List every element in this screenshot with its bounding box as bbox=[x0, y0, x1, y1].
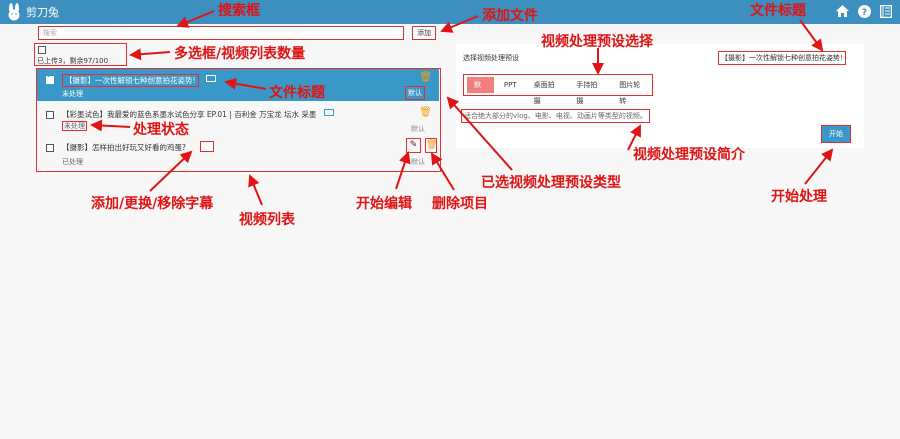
preset-description: 适合绝大部分的vlog、电影、电视、动画片等类型的视频。 bbox=[461, 109, 650, 123]
video-title: 【摄影】一次性解锁七种创意拍花姿势! bbox=[62, 74, 199, 87]
preset-selector: 默认 PPT 桌面拍摄 手持拍摄 图片轮转 bbox=[463, 74, 653, 105]
preset-badge: 默认 bbox=[405, 86, 425, 100]
annotation-subtitle: 添加/更换/移除字幕 bbox=[91, 196, 214, 212]
preset-panel: 选择视频处理预设 【摄影】一次性解锁七种创意拍花姿势! 默认 PPT 桌面拍摄 … bbox=[456, 44, 864, 148]
video-row[interactable]: 【摄影】怎样拍出好玩又好看的鸡蛋? 已处理 ✎ 🗑 默认 bbox=[37, 137, 439, 169]
add-file-button[interactable]: 添加 bbox=[412, 26, 436, 40]
preset-option[interactable]: 手持拍摄 bbox=[569, 77, 609, 105]
video-row[interactable]: 【彩墨试色】我最爱的蓝色系墨水试色分享 EP.01 | 百利金 万宝龙 坛水 采… bbox=[37, 104, 439, 136]
preset-option[interactable]: PPT bbox=[497, 77, 524, 93]
row-checkbox[interactable] bbox=[46, 144, 54, 152]
subtitle-icon[interactable] bbox=[206, 75, 216, 82]
edit-icon[interactable]: ✎ bbox=[406, 138, 421, 153]
preset-option[interactable]: 桌面拍摄 bbox=[527, 77, 567, 105]
video-row[interactable]: ✓ 【摄影】一次性解锁七种创意拍花姿势! 未处理 默认 🗑 bbox=[37, 69, 439, 101]
check-icon: ✓ bbox=[46, 71, 54, 81]
annotation-file-title-row: 文件标题 bbox=[269, 85, 325, 101]
video-list: ✓ 【摄影】一次性解锁七种创意拍花姿势! 未处理 默认 🗑 【彩墨试色】我最爱的… bbox=[36, 68, 441, 172]
annotation-file-title-top: 文件标题 bbox=[750, 3, 806, 19]
subtitle-icon[interactable] bbox=[324, 109, 334, 116]
annotation-preset-desc: 视频处理预设简介 bbox=[633, 147, 745, 163]
annotation-start-process: 开始处理 bbox=[771, 189, 827, 205]
start-button[interactable]: 开始 bbox=[821, 125, 851, 143]
help-icon[interactable]: ? bbox=[856, 3, 872, 19]
search-input[interactable]: 搜索 bbox=[38, 26, 404, 40]
delete-icon[interactable]: 🗑 bbox=[425, 138, 437, 153]
select-all-checkbox[interactable] bbox=[38, 46, 46, 54]
multi-select-box: 已上传3，剩余97/100 bbox=[34, 43, 127, 66]
annotation-add-file: 添加文件 bbox=[482, 8, 538, 24]
panel-file-title: 【摄影】一次性解锁七种创意拍花姿势! bbox=[718, 51, 846, 65]
annotation-selected-preset: 已选视频处理预设类型 bbox=[481, 175, 621, 191]
row-checkbox[interactable] bbox=[46, 111, 54, 119]
annotation-process-status: 处理状态 bbox=[133, 122, 189, 138]
preset-badge: 默认 bbox=[411, 158, 425, 166]
annotation-search-box: 搜索框 bbox=[218, 3, 260, 19]
preset-option[interactable]: 图片轮转 bbox=[612, 77, 652, 105]
panel-title: 选择视频处理预设 bbox=[463, 54, 519, 62]
preset-badge: 默认 bbox=[411, 125, 425, 133]
process-status: 已处理 bbox=[62, 158, 83, 166]
annotation-delete-item: 删除项目 bbox=[432, 196, 488, 212]
svg-text:?: ? bbox=[861, 8, 866, 18]
process-status-wrap: 未处理 bbox=[62, 121, 87, 131]
video-title: 【摄影】怎样拍出好玩又好看的鸡蛋? bbox=[62, 143, 186, 152]
app-title: 剪刀兔 bbox=[26, 6, 59, 19]
docs-icon[interactable] bbox=[878, 3, 894, 19]
home-icon[interactable] bbox=[834, 3, 850, 19]
process-status: 未处理 bbox=[62, 121, 87, 131]
process-status: 未处理 bbox=[62, 90, 83, 98]
subtitle-icon[interactable] bbox=[200, 141, 214, 152]
video-count: 已上传3，剩余97/100 bbox=[37, 57, 109, 65]
trash-icon[interactable]: 🗑 bbox=[419, 107, 432, 118]
trash-icon[interactable]: 🗑 bbox=[419, 72, 432, 83]
annotation-start-edit: 开始编辑 bbox=[356, 196, 412, 212]
annotation-multi-select: 多选框/视频列表数量 bbox=[174, 46, 306, 62]
rabbit-logo-icon bbox=[4, 2, 24, 22]
annotation-preset-select: 视频处理预设选择 bbox=[541, 34, 653, 50]
annotation-video-list: 视频列表 bbox=[239, 212, 295, 228]
preset-option[interactable]: 默认 bbox=[467, 77, 494, 105]
video-title: 【彩墨试色】我最爱的蓝色系墨水试色分享 EP.01 | 百利金 万宝龙 坛水 采… bbox=[62, 110, 317, 119]
